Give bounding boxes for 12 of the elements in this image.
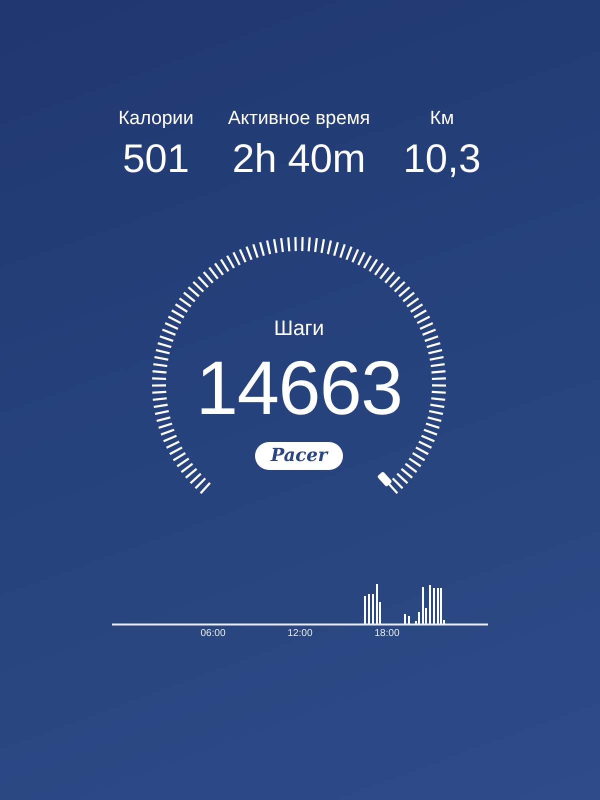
stat-label: Калории <box>118 108 194 130</box>
stat-value: 10,3 <box>403 136 481 182</box>
time-label: 12:00 <box>286 628 314 640</box>
stat-label: Активное время <box>228 108 370 130</box>
time-label: 06:00 <box>199 628 227 640</box>
stat-value: 2h 40m <box>232 136 366 182</box>
time-label: 18:00 <box>373 628 401 640</box>
stat-value: 501 <box>122 136 190 182</box>
steps-count: 14663 <box>196 349 402 429</box>
steps-label: Шаги <box>274 317 324 341</box>
app-logo: Pacer <box>254 442 344 470</box>
stat-label: Км <box>430 108 454 130</box>
